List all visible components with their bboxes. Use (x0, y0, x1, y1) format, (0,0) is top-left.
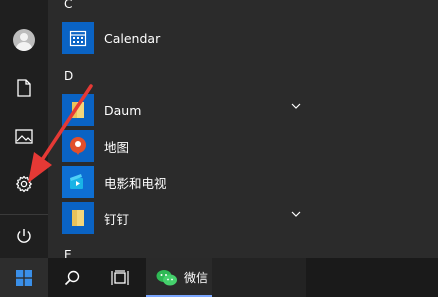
app-maps[interactable]: 地图 (62, 128, 362, 164)
screen: C Calendar D Daum 地图 电影和电视 钉钉 E 微信 (0, 0, 438, 297)
taskbar-slot (212, 258, 306, 297)
app-dingtalk[interactable]: 钉钉 (62, 200, 362, 236)
user-avatar-icon (13, 29, 35, 51)
picture-icon (15, 128, 33, 144)
app-label: Daum (104, 102, 142, 118)
pictures-button[interactable] (0, 116, 48, 156)
taskbar: 微信 (0, 258, 438, 297)
app-movies-tv[interactable]: 电影和电视 (62, 164, 362, 200)
wechat-icon (156, 269, 177, 285)
search-button[interactable] (48, 258, 96, 297)
app-label: Calendar (104, 30, 161, 46)
user-account-button[interactable] (0, 20, 48, 60)
app-label: 电影和电视 (104, 175, 167, 191)
folder-icon (62, 202, 94, 234)
gear-icon (16, 175, 32, 193)
calendar-icon (62, 22, 94, 54)
settings-button[interactable] (0, 164, 48, 204)
chevron-down-icon[interactable] (291, 103, 301, 109)
app-label: 钉钉 (104, 211, 130, 227)
start-button[interactable] (0, 258, 48, 297)
group-letter-c[interactable]: C (64, 0, 72, 11)
documents-button[interactable] (0, 68, 48, 108)
task-view-button[interactable] (96, 258, 144, 297)
group-letter-d[interactable]: D (64, 69, 73, 83)
power-button[interactable] (0, 214, 48, 256)
taskbar-wechat[interactable]: 微信 (146, 258, 212, 297)
search-icon (64, 270, 80, 285)
app-label: 地图 (104, 139, 130, 155)
chevron-down-icon[interactable] (291, 211, 301, 217)
start-rail (0, 0, 48, 258)
start-menu: C Calendar D Daum 地图 电影和电视 钉钉 E (0, 0, 438, 262)
app-daum[interactable]: Daum (62, 92, 362, 128)
app-list: C Calendar D Daum 地图 电影和电视 钉钉 E (48, 0, 438, 262)
app-calendar[interactable]: Calendar (62, 20, 362, 56)
windows-logo-icon (16, 269, 32, 286)
power-icon (17, 228, 31, 243)
document-icon (17, 79, 31, 97)
maps-pin-icon (62, 130, 94, 162)
wechat-label: 微信 (184, 271, 209, 285)
movies-tv-icon (62, 166, 94, 198)
task-view-icon (111, 269, 129, 285)
folder-icon (62, 94, 94, 126)
